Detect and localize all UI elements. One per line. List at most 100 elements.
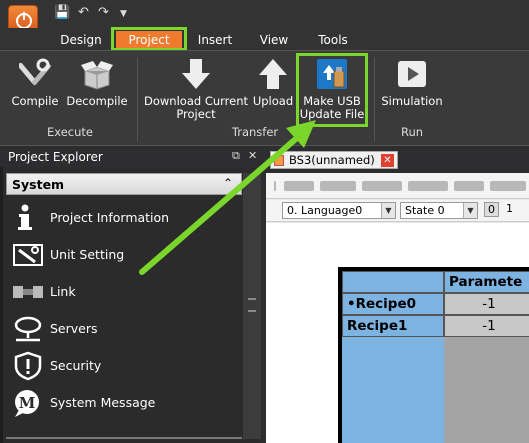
- project-explorer-panel: System ⌃ Project Information Unit Settin…: [0, 167, 262, 443]
- compile-label: Compile: [11, 94, 59, 108]
- simulation-button[interactable]: Simulation: [380, 57, 444, 108]
- ribbon-separator: [137, 57, 138, 141]
- decompile-button[interactable]: Decompile: [64, 57, 130, 108]
- ribbon-tabs: Design Project Insert View Tools: [0, 28, 529, 50]
- quick-access-dropdown-icon[interactable]: ▼: [120, 9, 127, 19]
- table-row-header[interactable]: •Recipe0: [342, 293, 444, 315]
- undo-icon[interactable]: ↶: [78, 5, 89, 20]
- svg-text:M: M: [19, 394, 36, 412]
- explorer-item-label: Link: [50, 284, 76, 299]
- language-select[interactable]: 0. Language0 ▼: [282, 202, 396, 219]
- upload-arrow-icon: [259, 59, 287, 89]
- design-canvas[interactable]: Paramete •Recipe0 -1 Recipe1 -1: [266, 223, 529, 443]
- play-icon: [398, 61, 426, 87]
- toolbar-button[interactable]: [454, 181, 484, 191]
- screen-file-icon: [274, 155, 284, 166]
- security-icon: [14, 351, 42, 381]
- project-explorer-title: Project Explorer: [8, 150, 103, 164]
- explorer-item-label: System Message: [50, 395, 156, 410]
- document-tab-title: BS3(unnamed): [289, 153, 375, 167]
- explorer-splitter[interactable]: [243, 173, 261, 439]
- toolbar-button[interactable]: [408, 181, 448, 191]
- redo-icon[interactable]: ↷: [98, 5, 109, 20]
- close-icon[interactable]: ✕: [248, 149, 257, 162]
- toolbar-button[interactable]: [320, 181, 356, 191]
- unit-setting-icon: [13, 244, 43, 266]
- explorer-item-project-information[interactable]: Project Information: [11, 203, 241, 233]
- recipe-table-frame: Paramete •Recipe0 -1 Recipe1 -1: [338, 267, 529, 443]
- tab-insert[interactable]: Insert: [190, 31, 240, 50]
- document-area: BS3(unnamed) ✕ 0. Language0 ▼ State 0 ▼ …: [262, 147, 529, 443]
- state-number[interactable]: 0: [484, 202, 499, 217]
- system-section-label: System: [12, 177, 65, 192]
- toolbar-button[interactable]: [362, 181, 402, 191]
- extra-number: 1: [506, 202, 513, 215]
- explorer-item-servers[interactable]: Servers: [11, 314, 241, 344]
- table-header-label: Paramete: [449, 274, 523, 290]
- link-icon: [13, 286, 43, 298]
- editor-toolbar: [266, 173, 529, 199]
- group-label-run: Run: [400, 125, 424, 139]
- close-tab-icon[interactable]: ✕: [381, 154, 394, 167]
- toolbar-button[interactable]: [284, 181, 314, 191]
- document-tab[interactable]: BS3(unnamed) ✕: [270, 151, 398, 169]
- upload-label: Upload: [252, 94, 294, 108]
- tools-icon: [19, 58, 51, 86]
- explorer-item-link[interactable]: Link: [11, 277, 241, 307]
- explorer-item-label: Unit Setting: [50, 247, 125, 262]
- project-tab-highlight: [111, 27, 187, 51]
- toolbar-grip: [274, 181, 276, 191]
- chevron-down-icon[interactable]: ▼: [381, 203, 395, 218]
- table-empty-row-headers: [342, 337, 444, 443]
- system-message-icon: M: [15, 390, 39, 417]
- chevron-up-icon[interactable]: ⌃: [223, 176, 233, 190]
- row-name: •Recipe0: [347, 296, 417, 312]
- table-header-cell: Paramete: [444, 271, 529, 293]
- ribbon-separator: [374, 57, 375, 141]
- download-label-line1: Download Current: [144, 94, 249, 108]
- recipe-table[interactable]: Paramete •Recipe0 -1 Recipe1 -1: [342, 271, 529, 443]
- tab-design[interactable]: Design: [52, 31, 110, 50]
- table-corner-cell: [342, 271, 444, 293]
- table-cell[interactable]: -1: [444, 315, 529, 337]
- explorer-item-security[interactable]: Security: [11, 351, 241, 381]
- explorer-item-label: Project Information: [50, 210, 170, 225]
- compile-button[interactable]: Compile: [10, 57, 60, 108]
- language-select-value: 0. Language0: [287, 204, 363, 217]
- explorer-item-label: Servers: [50, 321, 98, 336]
- decompile-label: Decompile: [66, 94, 128, 108]
- project-explorer-header: Project Explorer ⧉ ✕: [0, 147, 262, 167]
- tab-tools[interactable]: Tools: [308, 31, 358, 50]
- upload-button[interactable]: Upload: [250, 57, 296, 108]
- explorer-item-unit-setting[interactable]: Unit Setting: [11, 240, 241, 270]
- servers-icon: [14, 316, 42, 342]
- simulation-label: Simulation: [381, 94, 443, 108]
- chevron-down-icon[interactable]: ▼: [463, 203, 477, 218]
- explorer-item-system-message[interactable]: M System Message: [11, 388, 241, 418]
- save-icon[interactable]: 💾: [54, 5, 70, 20]
- system-section-header[interactable]: System ⌃: [6, 173, 242, 195]
- download-label-line2: Project: [176, 107, 216, 121]
- info-icon: [18, 204, 32, 230]
- tab-view[interactable]: View: [250, 31, 298, 50]
- cell-value: -1: [482, 296, 496, 312]
- row-name: Recipe1: [347, 318, 408, 334]
- document-editor: 0. Language0 ▼ State 0 ▼ 0 1 Paramete •R…: [266, 173, 529, 443]
- toolbar-button[interactable]: [490, 181, 526, 191]
- download-arrow-icon: [182, 59, 210, 89]
- language-state-toolbar: 0. Language0 ▼ State 0 ▼ 0 1: [266, 200, 529, 222]
- splitter-grip[interactable]: [248, 298, 256, 312]
- group-label-execute: Execute: [47, 125, 93, 139]
- group-label-transfer: Transfer: [231, 125, 279, 139]
- state-select-value: State 0: [405, 204, 445, 217]
- explorer-divider: [6, 437, 242, 439]
- explorer-item-label: Security: [50, 358, 102, 373]
- state-select[interactable]: State 0 ▼: [400, 202, 478, 219]
- table-cell[interactable]: -1: [444, 293, 529, 315]
- table-row-header[interactable]: Recipe1: [342, 315, 444, 337]
- float-icon[interactable]: ⧉: [232, 149, 240, 163]
- make-usb-highlight: [296, 53, 368, 127]
- download-current-project-button[interactable]: Download Current Project: [144, 57, 248, 121]
- open-box-icon: [81, 61, 113, 90]
- ribbon: Compile Decompile Execute Download Curre…: [0, 50, 529, 146]
